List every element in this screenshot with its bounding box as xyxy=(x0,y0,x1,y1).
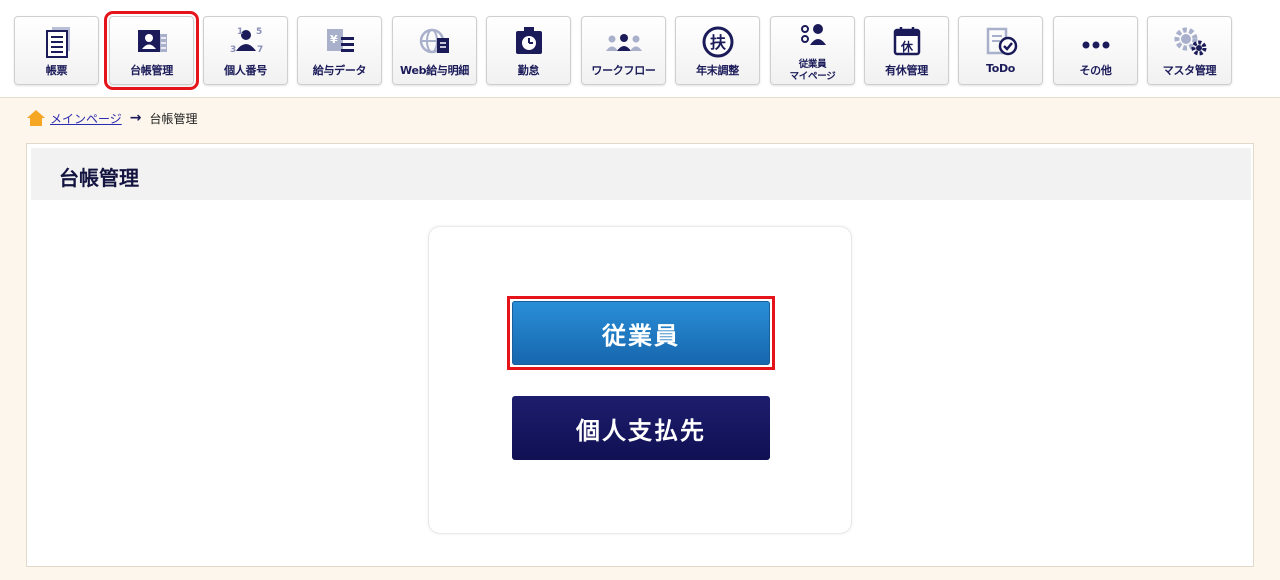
tool-web-payslip[interactable]: Web給与明細 xyxy=(392,16,477,85)
svg-text:1: 1 xyxy=(237,27,243,37)
tool-label: 従業員 マイページ xyxy=(771,59,854,83)
tool-employee-mypage[interactable]: 従業員 マイページ xyxy=(770,16,855,85)
workflow-icon xyxy=(605,34,642,51)
ledger-icon xyxy=(137,30,167,52)
master-settings-icon xyxy=(1174,27,1206,56)
tool-ledger[interactable]: 台帳管理 xyxy=(104,11,199,90)
attendance-icon xyxy=(515,27,542,54)
my-number-icon: 1 5 3 7 xyxy=(230,27,263,55)
tool-more[interactable]: その他 xyxy=(1053,16,1138,85)
employee-button[interactable]: 従業員 xyxy=(512,301,770,365)
page-title: 台帳管理 xyxy=(59,166,139,190)
tool-label: ワークフロー xyxy=(591,64,656,77)
tool-label: 給与データ xyxy=(312,64,367,77)
tool-label: 帳票 xyxy=(45,64,68,77)
salary-data-icon: ¥ xyxy=(326,29,354,52)
employee-mypage-icon xyxy=(800,24,826,45)
tool-my-number[interactable]: 1 5 3 7 個人番号 xyxy=(203,16,288,85)
tool-master-settings[interactable]: マスタ管理 xyxy=(1147,16,1232,85)
year-end-icon: 扶 xyxy=(702,26,733,58)
tool-todo[interactable]: ToDo xyxy=(958,16,1043,85)
tool-label: その他 xyxy=(1079,64,1112,77)
tool-attendance[interactable]: 勤怠 xyxy=(486,16,571,85)
tool-salary-data[interactable]: ¥ 給与データ xyxy=(297,16,382,85)
tool-label: Web給与明細 xyxy=(400,64,469,77)
tool-label: マスタ管理 xyxy=(1162,64,1217,77)
svg-text:扶: 扶 xyxy=(709,33,726,52)
svg-text:5: 5 xyxy=(256,27,262,37)
tool-reports[interactable]: 帳票 xyxy=(14,16,99,85)
tool-label: 台帳管理 xyxy=(130,64,173,77)
svg-text:¥: ¥ xyxy=(330,33,338,46)
tool-label: 有休管理 xyxy=(885,64,928,77)
menu-card: 従業員 個人支払先 xyxy=(428,226,852,534)
main-toolbar: 帳票 台帳管理 1 5 3 7 個人番号 ¥ 給与データ Web給与明細 勤怠 … xyxy=(0,0,1280,98)
tool-label: 個人番号 xyxy=(224,64,267,77)
home-icon xyxy=(27,110,45,126)
tool-label: 勤怠 xyxy=(517,64,540,77)
tool-workflow[interactable]: ワークフロー xyxy=(581,16,666,85)
todo-icon xyxy=(986,27,1017,56)
breadcrumb: メインページ → 台帳管理 xyxy=(26,108,198,128)
tool-paid-leave[interactable]: 休 有休管理 xyxy=(864,16,949,85)
tool-label: 年末調整 xyxy=(696,64,739,77)
document-icon xyxy=(45,27,70,58)
tool-label-line2: マイページ xyxy=(789,71,836,82)
individual-payee-button[interactable]: 個人支払先 xyxy=(512,396,770,460)
more-icon xyxy=(1082,41,1109,49)
tool-label-line1: 従業員 xyxy=(798,59,827,70)
main-panel: 台帳管理 従業員 個人支払先 xyxy=(26,143,1254,567)
panel-header: 台帳管理 xyxy=(31,148,1251,200)
tool-label: ToDo xyxy=(985,62,1016,75)
tool-year-end[interactable]: 扶 年末調整 xyxy=(675,16,760,85)
svg-text:休: 休 xyxy=(899,39,913,54)
svg-text:3: 3 xyxy=(230,45,236,55)
breadcrumb-home-link[interactable]: メインページ xyxy=(50,110,122,127)
breadcrumb-arrow-icon: → xyxy=(129,110,142,126)
breadcrumb-current: 台帳管理 xyxy=(149,111,198,126)
svg-text:7: 7 xyxy=(257,45,263,55)
paid-leave-icon: 休 xyxy=(893,27,920,56)
web-payslip-icon xyxy=(419,28,449,54)
